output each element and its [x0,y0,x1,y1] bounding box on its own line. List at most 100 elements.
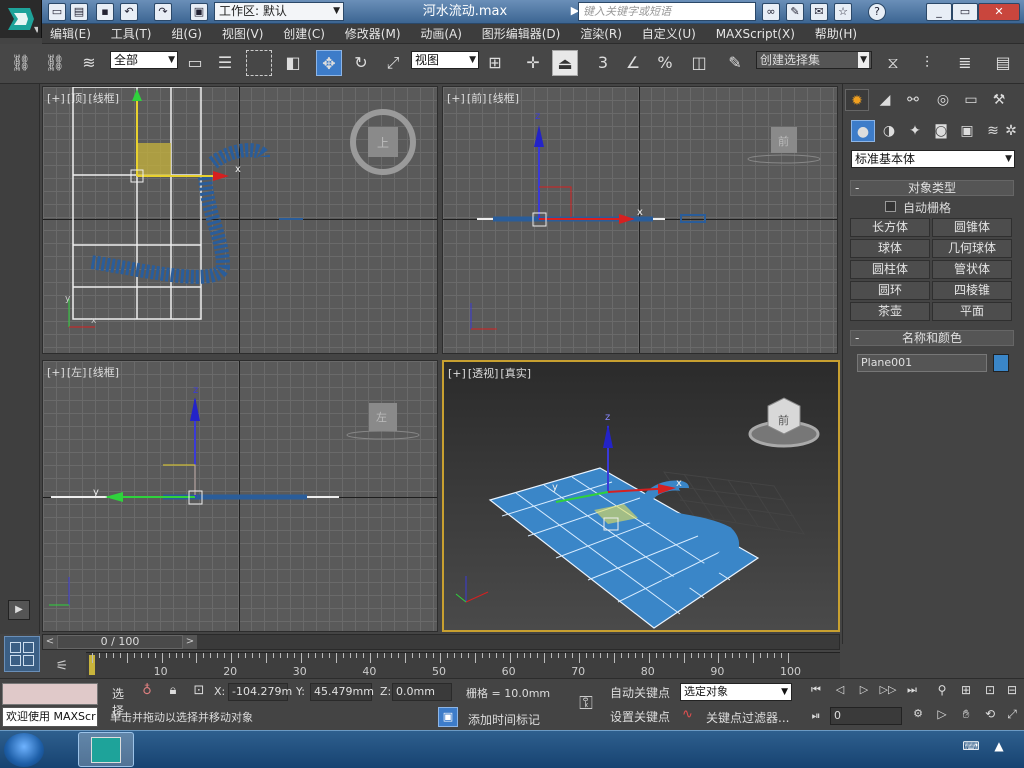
menu-views[interactable]: 视图(V) [214,24,272,44]
menu-customize[interactable]: 自定义(U) [634,24,704,44]
subscription-icon[interactable]: ✎ [786,3,804,21]
communication-icon[interactable]: ✉ [810,3,828,21]
geosphere-button[interactable]: 几何球体 [932,239,1012,258]
primitive-category-dropdown[interactable]: 标准基本体 ▼ [851,150,1015,168]
select-and-scale-icon[interactable]: ⤢ [380,50,406,76]
next-frame-icon[interactable]: > [183,635,197,649]
maxscript-input[interactable]: 欢迎使用 MAXScr [2,707,98,727]
viewport-left[interactable]: [+] [左] [线框] y z 左 [42,360,438,632]
menu-animation[interactable]: 动画(A) [412,24,470,44]
help-icon[interactable]: ? [868,3,886,21]
start-button[interactable] [4,733,44,767]
redo-icon[interactable]: ↷ [154,3,172,21]
create-tab-icon[interactable]: ✹ [845,89,869,111]
window-crossing-icon[interactable]: ◧ [280,50,306,76]
current-frame-field[interactable]: 0 [830,707,902,725]
menu-graph-editors[interactable]: 图形编辑器(D) [474,24,569,44]
menu-create[interactable]: 创建(C) [275,24,333,44]
object-color-swatch[interactable] [993,354,1009,372]
undo-icon[interactable]: ↶ [120,3,138,21]
selection-lock-icon[interactable]: 🔒︎ [164,683,182,701]
auto-key-button[interactable]: 自动关键点 [610,683,676,703]
menu-modifiers[interactable]: 修改器(M) [337,24,409,44]
viewport-layout-icon[interactable] [4,636,40,672]
selection-filter-dropdown[interactable]: 全部 ▼ [110,51,178,69]
absolute-mode-icon[interactable]: ⊡ [190,683,208,701]
utilities-tab-icon[interactable]: ⚒ [987,89,1011,111]
select-and-rotate-icon[interactable]: ↻ [348,50,374,76]
object-name-field[interactable]: Plane001 [857,354,987,372]
systems-icon[interactable]: ✲ [999,120,1023,142]
maximize-button[interactable]: ▭ [952,3,978,21]
search-input[interactable]: 键入关键字或短语 [578,2,756,21]
goto-start-icon[interactable]: ⏮ [806,683,826,701]
named-selection-dropdown[interactable]: 创建选择集 ▼ [756,51,872,69]
zoom-all-icon[interactable]: ⊞ [956,683,976,701]
select-by-name-icon[interactable]: ☰ [212,50,238,76]
hierarchy-tab-icon[interactable]: ⚯ [901,89,925,111]
reference-coord-dropdown[interactable]: 视图 ▼ [411,51,479,69]
motion-tab-icon[interactable]: ◎ [931,89,955,111]
display-tab-icon[interactable]: ▭ [959,89,983,111]
pan-hand-icon[interactable]: ✋︎ [956,707,976,725]
orbit-icon[interactable]: ⟲ [980,707,1000,725]
time-slider[interactable]: < 0 / 100 > [42,634,840,650]
y-coordinate-field[interactable]: 45.479mm [310,683,374,701]
minimize-button[interactable]: _ [926,3,952,21]
graphite-ribbon-icon[interactable]: ▤ [990,50,1016,76]
pivot-center-icon[interactable]: ⊞ [482,50,508,76]
zoom-icon[interactable]: ⚲ [932,683,952,701]
zoom-extents-all-icon[interactable]: ⊟ [1002,683,1022,701]
snaps-toggle-icon[interactable]: 3 [590,50,616,76]
x-coordinate-field[interactable]: -104.279m [228,683,292,701]
new-file-icon[interactable]: ▭ [48,3,66,21]
mirror-icon[interactable]: ⧖ [880,50,906,76]
box-button[interactable]: 长方体 [850,218,930,237]
helpers-icon[interactable]: ▣ [955,120,979,142]
next-key-icon[interactable]: ▷▷ [878,683,898,701]
favorites-star-icon[interactable]: ☆ [834,3,852,21]
keyboard-icon[interactable]: ⌨ [962,739,980,757]
modify-tab-icon[interactable]: ◢ [873,89,897,111]
tube-button[interactable]: 管状体 [932,260,1012,279]
link-icon[interactable]: ⛓ [8,50,34,76]
menu-edit[interactable]: 编辑(E) [42,24,99,44]
project-folder-icon[interactable]: ▣ [190,3,208,21]
menu-tools[interactable]: 工具(T) [103,24,160,44]
cone-button[interactable]: 圆锥体 [932,218,1012,237]
maxscript-listener-mini[interactable] [2,683,98,705]
select-and-move-icon[interactable]: ✥ [316,50,342,76]
name-color-rollout[interactable]: - 名称和颜色 [850,330,1014,346]
key-mode-dropdown[interactable]: 选定对象 ▼ [680,683,792,701]
taskbar-3dsmax-button[interactable] [78,732,134,767]
manipulate-icon[interactable]: ✛ [520,50,546,76]
pyramid-button[interactable]: 四棱锥 [932,281,1012,300]
bind-spacewarp-icon[interactable]: ≋ [76,50,102,76]
key-filters-button[interactable]: 关键点过滤器... [706,709,789,726]
viewport-perspective[interactable]: [+] [透视] [真实] z y x 前 [442,360,840,632]
curve-icon[interactable]: ∿ [682,707,700,725]
zoom-extents-icon[interactable]: ⊡ [980,683,1000,701]
key-mode-toggle-icon[interactable]: ⏯ [806,709,826,727]
shapes-icon[interactable]: ◑ [877,120,901,142]
prev-key-icon[interactable]: ◁ [830,683,850,701]
close-button[interactable]: ✕ [978,3,1020,21]
time-tag-icon[interactable]: ▣ [438,707,458,727]
menu-group[interactable]: 组(G) [163,24,210,44]
layer-manager-icon[interactable]: ≣ [952,50,978,76]
select-object-icon[interactable]: ▭ [182,50,208,76]
binoculars-icon[interactable]: ∞ [762,3,780,21]
set-key-button[interactable]: 设置关键点 [610,707,676,727]
viewport-front[interactable]: [+] [前] [线框] x z 前 [442,86,838,354]
play-icon[interactable]: ▷ [854,683,874,701]
open-file-icon[interactable]: ▤ [70,3,88,21]
play-expand-icon[interactable]: ▶ [8,600,30,620]
add-time-tag-button[interactable]: 添加时间标记 [468,711,540,728]
rect-selection-region-icon[interactable] [246,50,272,76]
menu-rendering[interactable]: 渲染(R) [572,24,630,44]
teapot-button[interactable]: 茶壶 [850,302,930,321]
maximize-viewport-icon[interactable]: ⤢ [1002,707,1022,725]
angle-snap-icon[interactable]: ∠ [620,50,646,76]
goto-end-icon[interactable]: ⏭ [902,683,922,701]
mini-curve-editor-icon[interactable]: ⚟ [42,654,82,678]
